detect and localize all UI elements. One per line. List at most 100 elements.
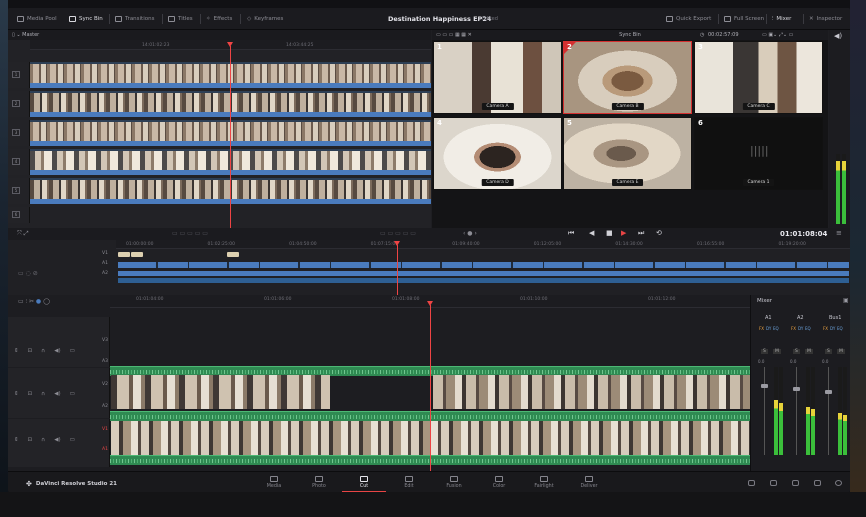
- jog-controls-icon[interactable]: ‹ ● ›: [463, 230, 477, 237]
- title-clip[interactable]: [227, 252, 239, 257]
- play-reverse-button[interactable]: ◀: [589, 229, 594, 237]
- mixer-fx-toggle[interactable]: EQ: [805, 326, 811, 331]
- track-controls[interactable]: ⇕ ⊡ ∩ ◀) ▭: [14, 391, 75, 397]
- inspector-button[interactable]: ✕ Inspector: [806, 13, 845, 25]
- mini-video-clips[interactable]: [118, 262, 849, 268]
- camera-label: Camera C: [742, 103, 775, 110]
- media-pool-button[interactable]: Media Pool: [14, 13, 60, 25]
- mute-button[interactable]: M: [773, 349, 781, 354]
- effects-button[interactable]: ✧ Effects: [203, 13, 235, 25]
- sync-bin-icon: [69, 16, 76, 22]
- mixer-button[interactable]: ⫶ Mixer: [769, 13, 794, 25]
- chat-icon[interactable]: [770, 480, 777, 486]
- transitions-button[interactable]: Transitions: [112, 13, 157, 25]
- collaboration-icon[interactable]: [792, 480, 799, 486]
- camera-angle-6[interactable]: ||||| 6 Camera 1: [694, 117, 823, 190]
- mixer-fx-toggle[interactable]: DY: [798, 326, 803, 331]
- camera-angle-4[interactable]: 4 Camera D: [433, 117, 562, 190]
- mute-button[interactable]: M: [837, 349, 845, 354]
- timeline-view-icons[interactable]: ▭ ⫶ ✂ ● ◯: [18, 298, 50, 306]
- options-icon[interactable]: ≡: [836, 229, 842, 237]
- camera-angle-2[interactable]: 2 Camera B: [563, 41, 692, 114]
- fader-knob[interactable]: [761, 383, 768, 388]
- track-controls[interactable]: ⇕ ⊡ ∩ ◀) ▭: [14, 348, 75, 354]
- mixer-fx-toggle[interactable]: DY: [830, 326, 835, 331]
- track-header[interactable]: 3: [8, 120, 30, 146]
- page-tab-cut[interactable]: Cut: [342, 476, 386, 492]
- solo-button[interactable]: S: [761, 349, 768, 354]
- camera-angle-3[interactable]: 3 Camera C: [694, 41, 823, 114]
- edit-tools-icon[interactable]: ▭ ▭ ▭ ▭ ▭: [172, 230, 208, 237]
- link-icon: ⇕: [14, 391, 19, 397]
- title-clip[interactable]: [118, 252, 130, 257]
- viewer-layout-icon[interactable]: ▭ ▭ ▭ ▦ ▦ ✕: [436, 30, 472, 40]
- transitions-icon: [115, 16, 122, 22]
- cloud-icon[interactable]: [748, 480, 755, 486]
- keyframes-label: Keyframes: [254, 16, 284, 22]
- track-controls[interactable]: ⇕ ⊡ ∩ ◀) ▭: [14, 437, 75, 443]
- page-tab-edit[interactable]: Edit: [391, 476, 427, 489]
- mixer-fx-toggle[interactable]: EQ: [773, 326, 779, 331]
- mixer-menu-icon[interactable]: ▣: [843, 297, 849, 304]
- track-header[interactable]: 5: [8, 178, 30, 204]
- page-tab-photo[interactable]: Photo: [301, 476, 337, 489]
- quick-export-button[interactable]: Quick Export: [663, 13, 714, 25]
- page-tab-label: Media: [266, 484, 282, 489]
- source-playhead[interactable]: [230, 46, 231, 228]
- camera-angle-1[interactable]: 1 Camera A: [433, 41, 562, 114]
- photo-page-icon: [315, 476, 323, 482]
- camera-angle-5[interactable]: 5 Camera E: [563, 117, 692, 190]
- upper-ruler[interactable]: 01:00:00:00 01:02:25:00 01:04:50:00 01:07:1…: [116, 240, 850, 249]
- track-header[interactable]: 4: [8, 149, 30, 175]
- titles-button[interactable]: Titles: [165, 13, 196, 25]
- toolbar-divider: [240, 14, 241, 24]
- stop-button[interactable]: ■: [606, 229, 613, 237]
- solo-button[interactable]: S: [825, 349, 832, 354]
- lower-playhead[interactable]: [430, 305, 431, 471]
- track-header[interactable]: 1: [8, 62, 30, 88]
- upper-playhead[interactable]: [397, 245, 398, 295]
- effects-label: Effects: [213, 16, 233, 22]
- title-clip[interactable]: [131, 252, 143, 257]
- keyframes-button[interactable]: ◇ Keyframes: [244, 13, 286, 25]
- loop-button[interactable]: ⟲: [656, 229, 662, 237]
- mixer-fx-toggle[interactable]: FX: [823, 326, 828, 331]
- record-icon: ▭: [69, 437, 75, 443]
- track-number: 6: [12, 211, 20, 218]
- ruler-timecode: 01:00:00:00: [126, 242, 154, 247]
- page-tab-media[interactable]: Media: [256, 476, 292, 489]
- go-to-start-button[interactable]: ⏮: [568, 229, 574, 238]
- trim-tool-icon[interactable]: ⤧ ⤢: [17, 230, 29, 238]
- mini-audio-clips[interactable]: [118, 271, 849, 276]
- track-header[interactable]: 6: [8, 207, 30, 223]
- mute-button[interactable]: M: [805, 349, 813, 354]
- quick-export-label: Quick Export: [676, 16, 712, 22]
- clip-tools-icon[interactable]: ▭ ▭ ▭ ▭ ▭: [380, 230, 416, 237]
- fader-knob[interactable]: [825, 389, 832, 394]
- solo-button[interactable]: S: [793, 349, 800, 354]
- page-tab-fairlight[interactable]: Fairlight: [526, 476, 562, 489]
- mini-audio-clips[interactable]: [118, 278, 849, 283]
- home-icon[interactable]: [814, 480, 821, 486]
- speaker-icon[interactable]: ◀): [834, 32, 842, 40]
- mixer-fx-toggle[interactable]: DY: [766, 326, 771, 331]
- track-header[interactable]: 2: [8, 91, 30, 117]
- settings-gear-icon[interactable]: [835, 480, 842, 486]
- play-button[interactable]: ▶: [621, 229, 626, 237]
- video-clip-v2[interactable]: [111, 375, 330, 409]
- full-screen-button[interactable]: Full Screen: [721, 13, 767, 25]
- page-tab-color[interactable]: Color: [481, 476, 517, 489]
- ruler-timecode: 01:16:55:00: [696, 242, 725, 247]
- page-tab-deliver[interactable]: Deliver: [571, 476, 607, 489]
- track-controls-icons[interactable]: ▭ ◌ ⊘: [18, 270, 38, 277]
- sync-bin-button[interactable]: Sync Bin: [66, 13, 106, 25]
- mixer-fx-toggle[interactable]: EQ: [837, 326, 843, 331]
- mixer-fx-toggle[interactable]: FX: [759, 326, 764, 331]
- page-tab-fusion[interactable]: Fusion: [436, 476, 472, 489]
- fader-knob[interactable]: [793, 386, 800, 391]
- video-clip-v2[interactable]: [433, 375, 750, 409]
- mixer-fx-toggle[interactable]: FX: [791, 326, 796, 331]
- panel-menu-icon[interactable]: ▯ ⌄: [12, 32, 22, 38]
- viewer-options-icon[interactable]: ▭ ▣⌄ ⤢⌄ ▭: [762, 30, 793, 40]
- go-to-end-button[interactable]: ⏭: [638, 229, 644, 238]
